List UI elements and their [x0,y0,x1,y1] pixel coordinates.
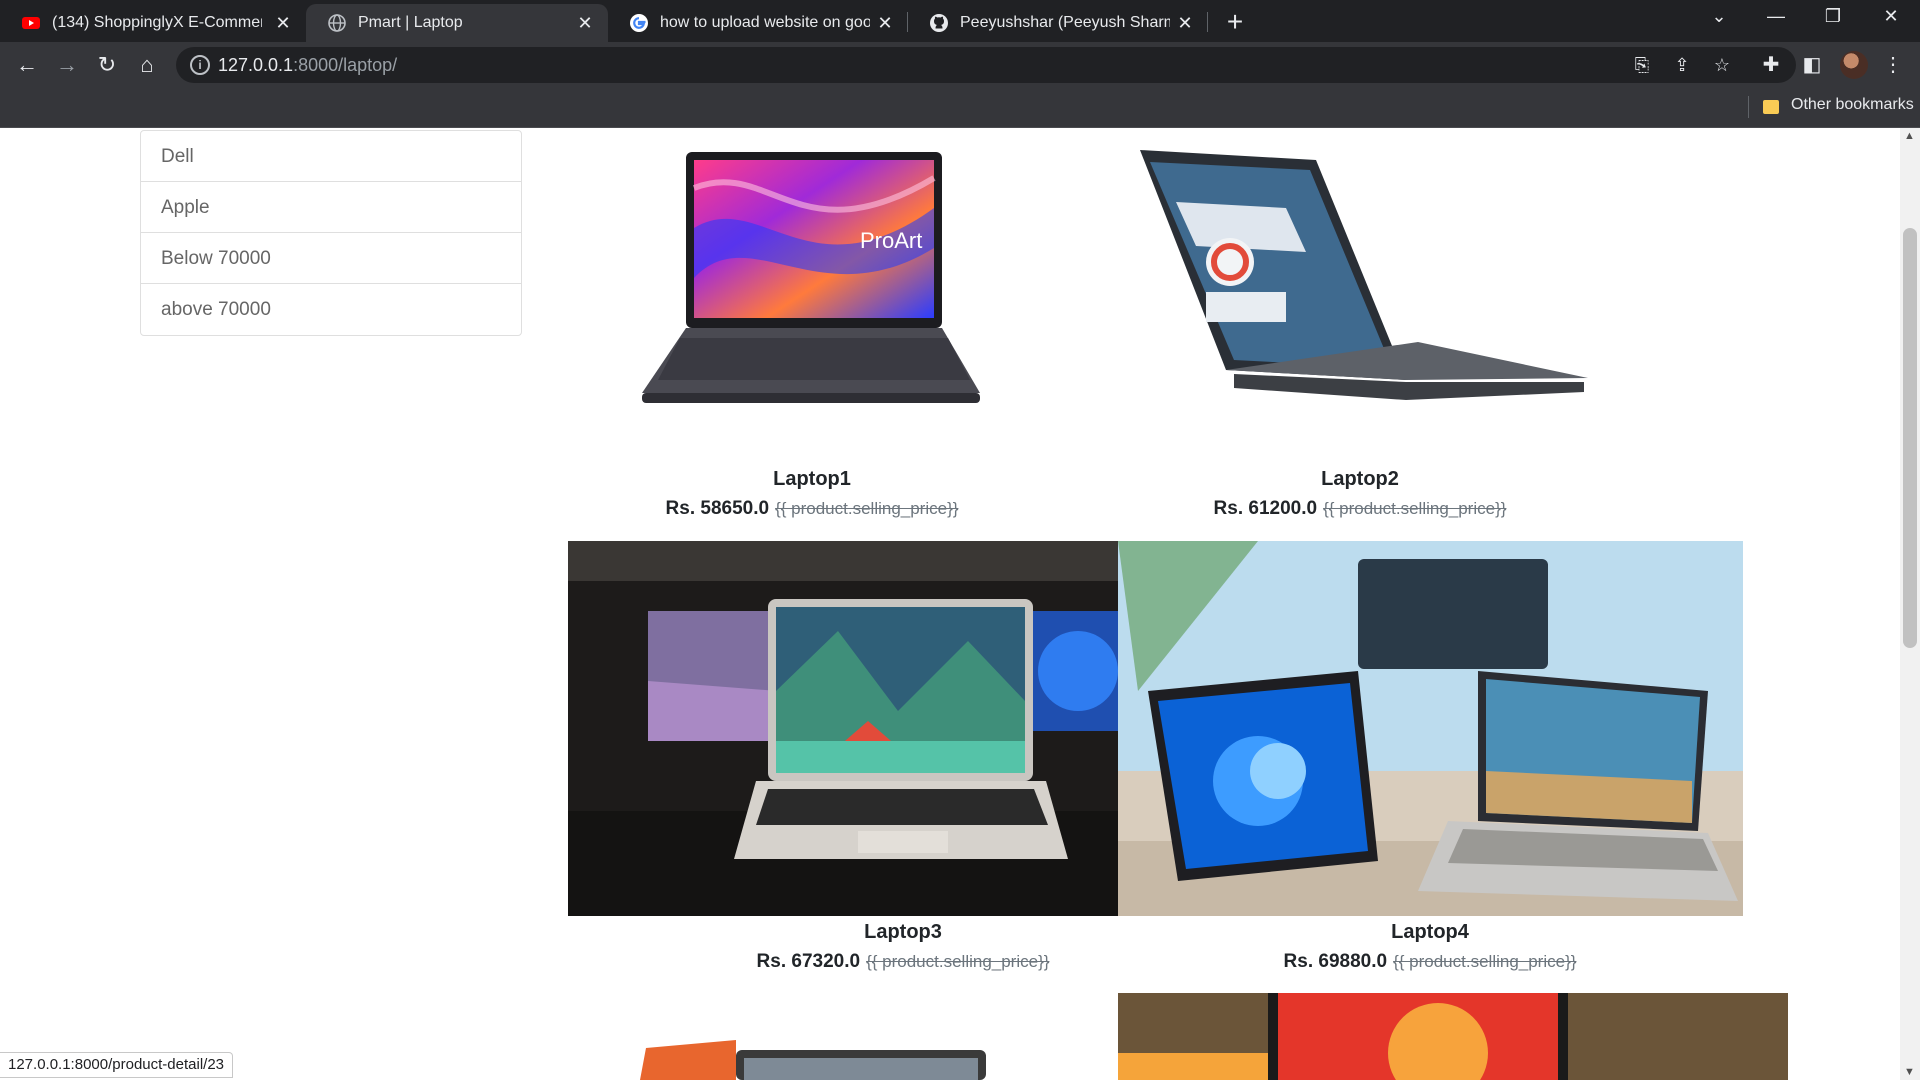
page-content: Dell Apple Below 70000 above 70000 ProAr… [0,128,1900,1080]
scrollbar-thumb[interactable] [1903,228,1917,648]
tab-title: Pmart | Laptop [358,14,463,31]
product-price: Rs. 69880.0 {{ product.selling_price}} [1230,951,1630,973]
tab-title: Peeyushshar (Peeyush Sharma) · G [960,14,1170,31]
product-image-laptop4[interactable] [1118,541,1743,916]
laptop-image [640,1040,986,1080]
minimize-icon[interactable]: — [1756,6,1796,27]
product-image-laptop2[interactable] [1136,142,1591,432]
close-tab-icon[interactable]: ✕ [272,12,294,34]
youtube-icon [22,17,40,29]
url-path: :8000/laptop/ [293,55,398,75]
selling-price: Rs. 69880.0 [1283,951,1388,972]
folder-icon [1763,100,1779,114]
link-status-bar: 127.0.0.1:8000/product-detail/23 [0,1052,233,1078]
bookmark-star-icon[interactable]: ☆ [1710,55,1734,76]
side-panel-icon[interactable]: ◧ [1799,52,1825,77]
filter-below-70000[interactable]: Below 70000 [141,233,521,284]
laptop-image [568,541,1118,916]
github-icon [930,14,948,32]
product-price: Rs. 58650.0 {{ product.selling_price}} [612,498,1012,520]
other-bookmarks-button[interactable]: Other bookmarks [1791,96,1914,114]
original-price: {{ product.selling_price}} [1393,952,1577,971]
original-price: {{ product.selling_price}} [1323,499,1507,518]
toolbar: ← → ↻ ⌂ i 127.0.0.1:8000/laptop/ ⎘ ⇪ ☆ ✚… [0,42,1920,88]
tab-title: how to upload website on googl [660,14,870,31]
filter-above-70000[interactable]: above 70000 [141,284,521,335]
forward-icon[interactable]: → [52,50,82,80]
close-window-icon[interactable]: ✕ [1871,6,1911,27]
scroll-up-icon[interactable]: ▲ [1904,130,1915,142]
close-tab-icon[interactable]: ✕ [574,12,596,34]
product-name[interactable]: Laptop3 [703,921,1103,944]
share-icon[interactable]: ⇪ [1670,55,1694,76]
site-info-icon[interactable]: i [190,55,210,75]
google-icon [630,14,648,32]
bookmarks-bar: Other bookmarks [0,88,1920,128]
url-host: 127.0.0.1 [218,55,294,75]
tab-title: (134) ShoppinglyX E-Commerce [52,14,262,31]
address-bar[interactable]: i 127.0.0.1:8000/laptop/ ⎘ ⇪ ☆ [176,47,1796,83]
product-image-laptop5[interactable] [640,1038,990,1080]
profile-avatar[interactable] [1840,51,1868,79]
reload-icon[interactable]: ↻ [92,50,122,80]
svg-text:ProArt: ProArt [860,228,922,253]
tab-youtube[interactable]: (134) ShoppinglyX E-Commerce ✕ [0,4,306,42]
new-tab-button[interactable]: + [1220,6,1250,38]
tab-pmart-laptop[interactable]: Pmart | Laptop ✕ [306,4,608,42]
tab-github[interactable]: Peeyushshar (Peeyush Sharma) · G ✕ [908,4,1208,42]
tab-search-icon[interactable]: ⌄ [1699,6,1739,27]
laptop-image: ProArt [642,152,980,403]
close-tab-icon[interactable]: ✕ [874,12,896,34]
filter-apple[interactable]: Apple [141,182,521,233]
product-price: Rs. 67320.0 {{ product.selling_price}} [703,951,1103,973]
selling-price: Rs. 61200.0 [1213,498,1318,519]
product-name[interactable]: Laptop1 [612,468,1012,491]
tab-google-search[interactable]: how to upload website on googl ✕ [608,4,908,42]
menu-icon[interactable]: ⋮ [1880,52,1906,77]
product-image-laptop3[interactable] [568,541,1118,916]
product-name[interactable]: Laptop2 [1160,468,1560,491]
scroll-down-icon[interactable]: ▼ [1904,1066,1915,1078]
selling-price: Rs. 58650.0 [665,498,770,519]
url-text[interactable]: 127.0.0.1:8000/laptop/ [218,55,397,76]
translate-icon[interactable]: ⎘ [1630,55,1654,76]
laptop-image [1118,993,1788,1080]
bookmarks-separator [1748,96,1749,118]
laptop-image [1118,541,1743,916]
browser-chrome: (134) ShoppinglyX E-Commerce ✕ Pmart | L… [0,0,1920,128]
original-price: {{ product.selling_price}} [775,499,959,518]
page-scrollbar[interactable]: ▲ ▼ [1900,128,1920,1080]
product-price: Rs. 61200.0 {{ product.selling_price}} [1160,498,1560,520]
restore-icon[interactable]: ❐ [1813,6,1853,27]
tab-separator [1207,12,1208,32]
close-tab-icon[interactable]: ✕ [1174,12,1196,34]
home-icon[interactable]: ⌂ [132,50,162,80]
product-image-laptop1[interactable]: ProArt [640,148,985,428]
filter-dell[interactable]: Dell [141,131,521,182]
globe-icon [328,14,346,32]
laptop-image [1140,150,1588,400]
tab-strip: (134) ShoppinglyX E-Commerce ✕ Pmart | L… [0,0,1920,42]
original-price: {{ product.selling_price}} [866,952,1050,971]
extensions-icon[interactable]: ✚ [1758,52,1784,77]
product-name[interactable]: Laptop4 [1230,921,1630,944]
back-icon[interactable]: ← [12,50,42,80]
selling-price: Rs. 67320.0 [756,951,861,972]
product-image-laptop6[interactable] [1118,993,1788,1080]
filter-list: Dell Apple Below 70000 above 70000 [140,130,522,336]
